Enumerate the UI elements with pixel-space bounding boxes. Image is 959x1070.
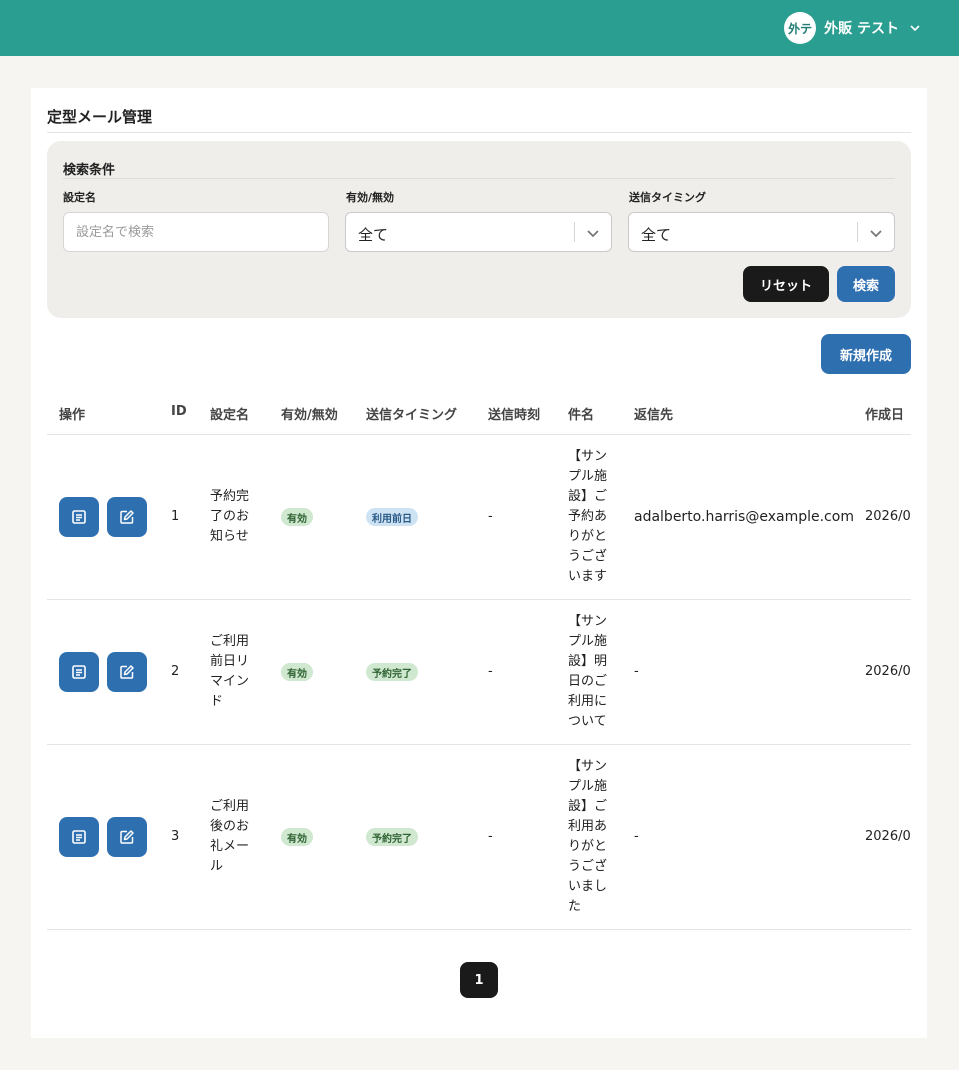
timing-select-value: 全て bbox=[641, 226, 672, 244]
edit-button[interactable] bbox=[107, 497, 147, 537]
column-header-id: ID bbox=[171, 404, 187, 419]
edit-button[interactable] bbox=[107, 652, 147, 692]
reset-button[interactable]: リセット bbox=[743, 266, 829, 302]
chevron-down-icon bbox=[870, 230, 882, 238]
row-name: 予約完 了のお 知らせ bbox=[210, 489, 250, 544]
row-send-time: - bbox=[488, 664, 493, 679]
status-badge: 有効 bbox=[281, 828, 313, 846]
column-header-actions: 操作 bbox=[59, 408, 86, 423]
edit-icon bbox=[120, 510, 134, 524]
name-field-label: 設定名 bbox=[63, 191, 96, 204]
row-subject: 【サン プル施 設】明 日のご 利用に ついて bbox=[568, 614, 608, 729]
table-row: 1 予約完 了のお 知らせ 有効 利用前日 - 【サン プル施 設】ご 予約あ … bbox=[47, 435, 911, 599]
view-details-button[interactable] bbox=[59, 497, 99, 537]
name-search-input[interactable] bbox=[63, 212, 329, 252]
main-card: 定型メール管理 検索条件 設定名 有効/無効 全て 送信タイミング 全て リセッ… bbox=[31, 88, 927, 1038]
timing-badge: 予約完了 bbox=[366, 663, 418, 681]
column-header-timing: 送信タイミング bbox=[366, 408, 458, 423]
row-id: 3 bbox=[171, 829, 180, 844]
search-button[interactable]: 検索 bbox=[837, 266, 895, 302]
table-row: 3 ご利用 後のお 礼メー ル 有効 予約完了 - 【サン プル施 設】ご 利用… bbox=[47, 745, 911, 929]
view-details-button[interactable] bbox=[59, 817, 99, 857]
row-send-time: - bbox=[488, 509, 493, 524]
row-send-time: - bbox=[488, 829, 493, 844]
column-header-status: 有効/無効 bbox=[281, 408, 338, 423]
table-row: 2 ご利用 前日リ マイン ド 有効 予約完了 - 【サン プル施 設】明 日の… bbox=[47, 600, 911, 744]
row-subject: 【サン プル施 設】ご 予約あ りがと うござ います bbox=[568, 449, 608, 584]
select-divider bbox=[857, 222, 858, 242]
column-header-reply-to: 返信先 bbox=[634, 408, 674, 423]
row-subject: 【サン プル施 設】ご 利用あ りがと うござ いまし た bbox=[568, 759, 608, 914]
row-name: ご利用 後のお 礼メー ル bbox=[210, 799, 250, 874]
row-created: 2026/0 bbox=[865, 829, 911, 844]
status-field-label: 有効/無効 bbox=[346, 191, 395, 204]
status-badge: 有効 bbox=[281, 663, 313, 681]
pagination-page-button[interactable]: 1 bbox=[460, 962, 498, 998]
row-created: 2026/0 bbox=[865, 664, 911, 679]
search-panel-title: 検索条件 bbox=[63, 163, 116, 178]
column-header-name: 設定名 bbox=[210, 408, 250, 423]
row-name: ご利用 前日リ マイン ド bbox=[210, 634, 250, 709]
top-bar: 外テ 外販 テスト bbox=[0, 0, 959, 56]
search-panel: 検索条件 設定名 有効/無効 全て 送信タイミング 全て リセット 検索 bbox=[47, 141, 911, 318]
row-reply-to: - bbox=[634, 664, 639, 679]
document-icon bbox=[72, 830, 86, 844]
status-badge: 有効 bbox=[281, 508, 313, 526]
divider bbox=[63, 178, 895, 179]
status-select[interactable]: 全て bbox=[345, 212, 612, 252]
timing-badge: 利用前日 bbox=[366, 508, 418, 526]
document-icon bbox=[72, 510, 86, 524]
divider bbox=[47, 132, 911, 133]
user-menu[interactable]: 外テ 外販 テスト bbox=[784, 12, 921, 44]
chevron-down-icon bbox=[910, 25, 920, 32]
create-new-button[interactable]: 新規作成 bbox=[821, 334, 911, 374]
chevron-down-icon bbox=[587, 230, 599, 238]
timing-field-label: 送信タイミング bbox=[629, 191, 706, 204]
row-reply-to: adalberto.harris@example.com bbox=[634, 509, 854, 525]
select-divider bbox=[574, 222, 575, 242]
row-created: 2026/0 bbox=[865, 509, 911, 524]
edit-icon bbox=[120, 830, 134, 844]
timing-select[interactable]: 全て bbox=[628, 212, 895, 252]
row-id: 2 bbox=[171, 664, 180, 679]
column-header-subject: 件名 bbox=[568, 408, 595, 423]
document-icon bbox=[72, 665, 86, 679]
templates-table: 操作 ID 設定名 有効/無効 送信タイミング 送信時刻 件名 返信先 作成日 … bbox=[47, 392, 911, 932]
status-select-value: 全て bbox=[358, 226, 389, 244]
edit-icon bbox=[120, 665, 134, 679]
column-header-created: 作成日 bbox=[865, 408, 905, 423]
column-header-send-time: 送信時刻 bbox=[488, 408, 541, 423]
row-reply-to: - bbox=[634, 829, 639, 844]
edit-button[interactable] bbox=[107, 817, 147, 857]
view-details-button[interactable] bbox=[59, 652, 99, 692]
page-title: 定型メール管理 bbox=[47, 108, 153, 126]
row-id: 1 bbox=[171, 509, 180, 524]
user-name: 外販 テスト bbox=[824, 21, 899, 37]
divider bbox=[47, 929, 911, 930]
timing-badge: 予約完了 bbox=[366, 828, 418, 846]
avatar: 外テ bbox=[784, 12, 817, 44]
